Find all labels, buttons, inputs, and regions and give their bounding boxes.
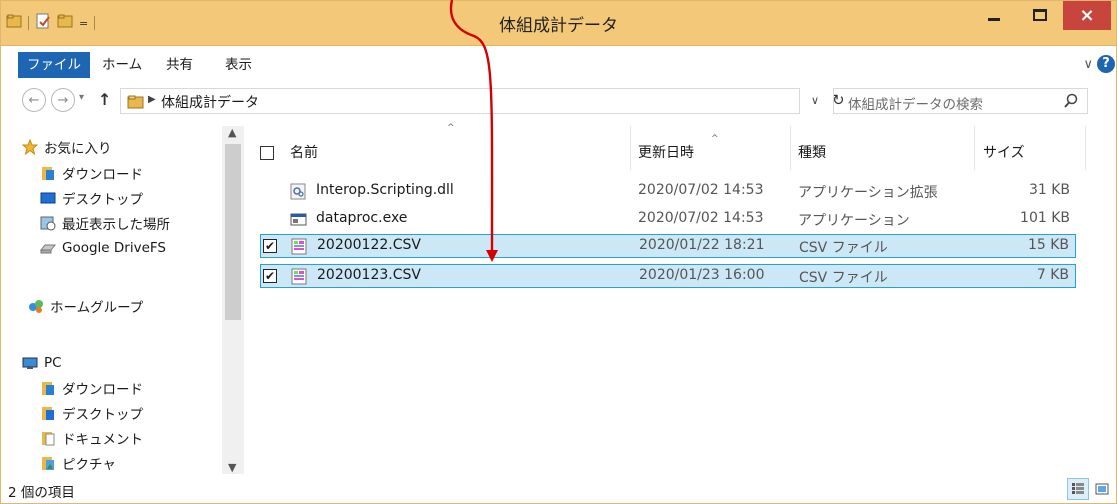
annotation-arrow-line [449, 0, 494, 251]
annotation-arrow-head [486, 250, 498, 262]
annotation-arrow-overlay [449, 0, 498, 262]
